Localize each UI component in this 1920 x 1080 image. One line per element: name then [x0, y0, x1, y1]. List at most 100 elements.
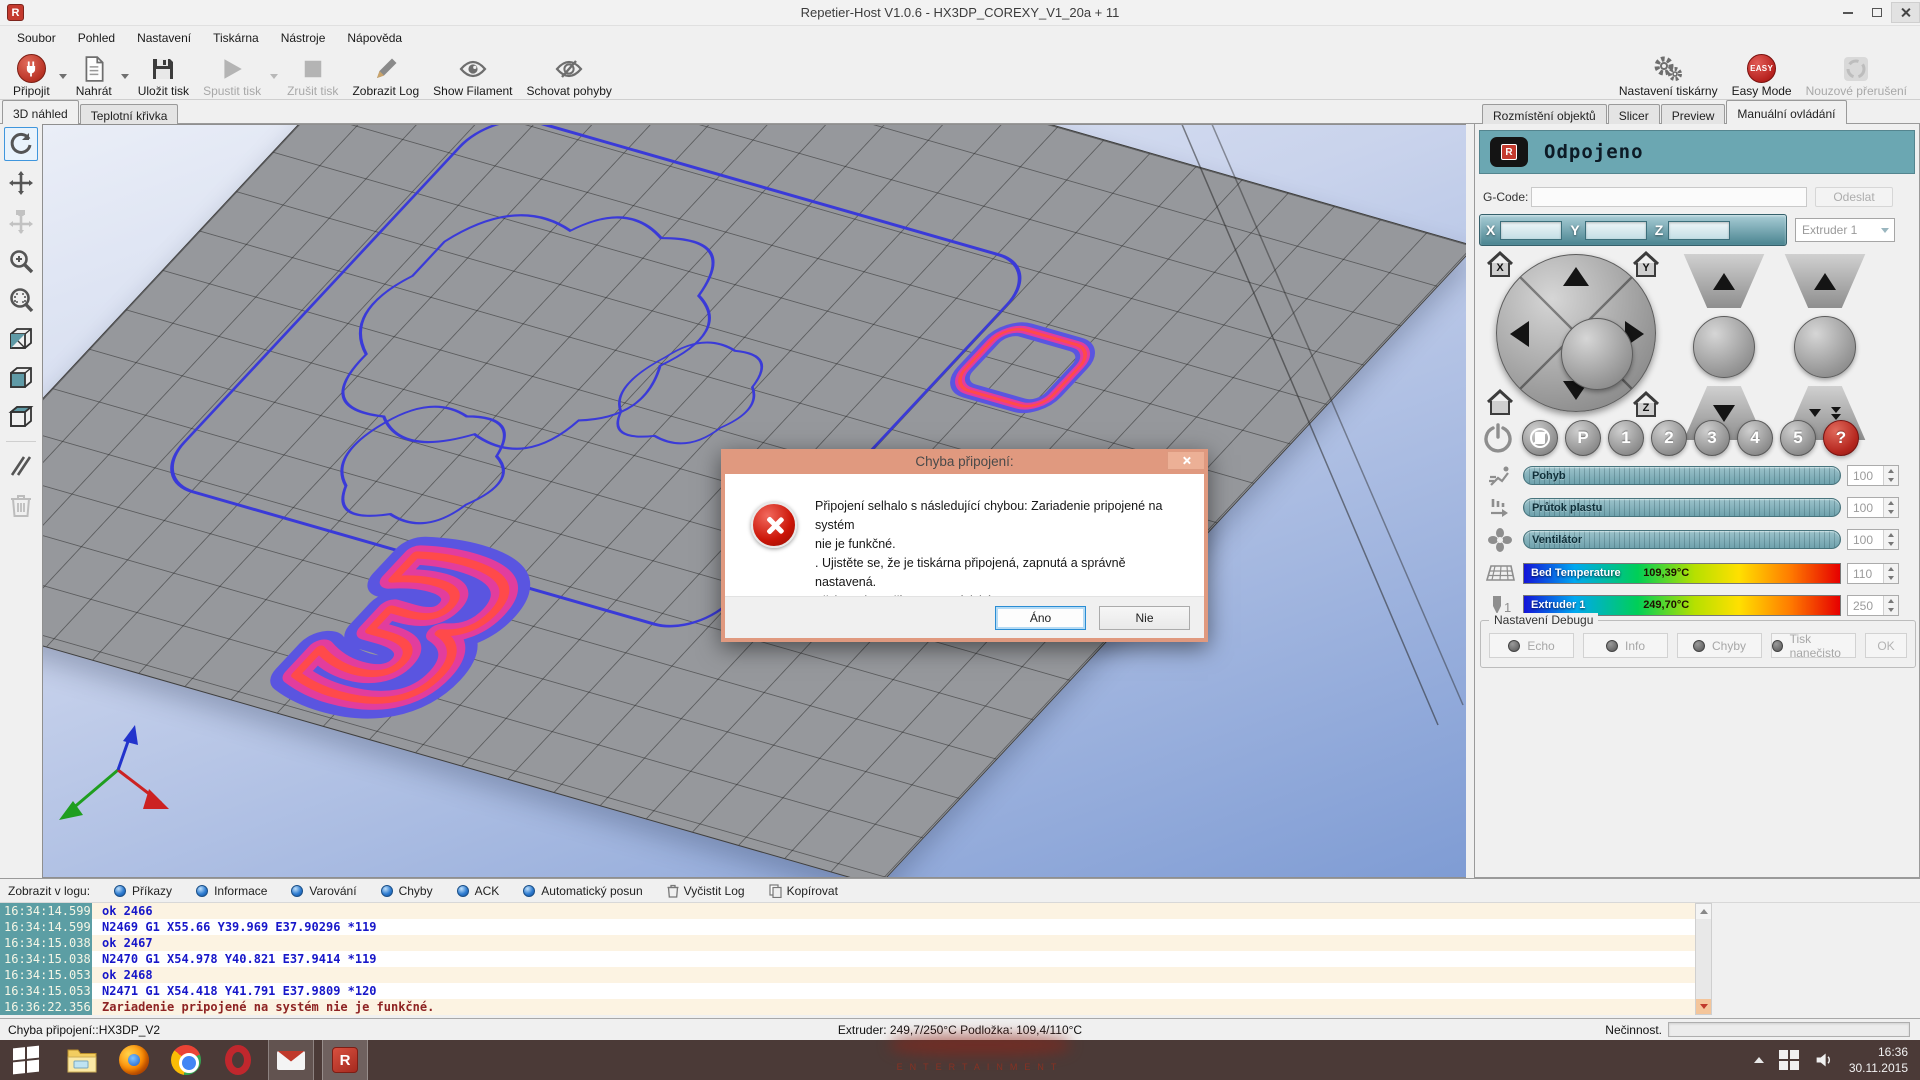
send-gcode-button[interactable]: Odeslat	[1815, 187, 1893, 207]
copy-log-button[interactable]: Kopírovat	[769, 884, 838, 898]
preset-2-button[interactable]: 2	[1651, 420, 1687, 456]
menu-pohled[interactable]: Pohled	[67, 27, 126, 49]
extruder-center-knob[interactable]	[1794, 316, 1856, 378]
move-object-icon[interactable]	[4, 205, 38, 239]
opera-button[interactable]	[216, 1040, 260, 1080]
filter-commands[interactable]: Příkazy	[114, 884, 172, 898]
fan-slider[interactable]: Ventilátor	[1523, 530, 1841, 549]
preset-3-button[interactable]: 3	[1694, 420, 1730, 456]
home-z-button[interactable]: Z	[1631, 390, 1661, 420]
close-button[interactable]	[1891, 2, 1920, 23]
menu-napoveda[interactable]: Nápověda	[336, 27, 413, 49]
load-button[interactable]: Nahrát	[69, 53, 119, 99]
taskbar-clock[interactable]: 16:36 30.11.2015	[1849, 1044, 1908, 1076]
dialog-close-button[interactable]	[1167, 451, 1205, 470]
debug-info-button[interactable]: Info	[1583, 633, 1668, 658]
menu-nastroje[interactable]: Nástroje	[270, 27, 337, 49]
filter-autoscroll[interactable]: Automatický posun	[523, 884, 642, 898]
side-view-icon[interactable]	[4, 361, 38, 395]
z-center-knob[interactable]	[1693, 316, 1755, 378]
zoom-icon[interactable]	[4, 244, 38, 278]
y-position-display[interactable]	[1585, 221, 1647, 240]
hide-travel-button[interactable]: Schovat pohyby	[520, 53, 619, 99]
debug-dry-run-button[interactable]: Tisk nanečisto	[1771, 633, 1856, 658]
start-print-button[interactable]: Spustit tisk	[196, 53, 268, 99]
printer-settings-button[interactable]: Nastavení tiskárny	[1612, 53, 1725, 99]
move-view-icon[interactable]	[4, 166, 38, 200]
parallel-projection-icon[interactable]	[4, 449, 38, 483]
chrome-button[interactable]	[164, 1040, 208, 1080]
easy-mode-button[interactable]: EASY Easy Mode	[1725, 53, 1799, 99]
z-up-button[interactable]	[1682, 254, 1766, 308]
tab-manual-control[interactable]: Manuální ovládání	[1726, 100, 1846, 124]
clear-log-button[interactable]: Vyčistit Log	[667, 884, 745, 898]
show-filament-button[interactable]: Show Filament	[426, 53, 519, 99]
preset-1-button[interactable]: 1	[1608, 420, 1644, 456]
tab-slicer[interactable]: Slicer	[1608, 104, 1660, 126]
scroll-up-icon[interactable]	[1696, 904, 1711, 919]
home-x-button[interactable]: X	[1485, 250, 1515, 280]
home-y-button[interactable]: Y	[1631, 250, 1661, 280]
fan-spinner[interactable]: 100	[1847, 529, 1899, 550]
filter-warnings[interactable]: Varování	[291, 884, 356, 898]
tab-3d-view[interactable]: 3D náhled	[2, 100, 79, 124]
load-dropdown-icon[interactable]	[121, 74, 129, 79]
maximize-button[interactable]	[1862, 2, 1891, 23]
connect-button[interactable]: Připojit	[6, 53, 57, 99]
speed-spinner[interactable]: 100	[1847, 465, 1899, 486]
jog-center-knob[interactable]	[1561, 318, 1633, 390]
dialog-no-button[interactable]: Nie	[1099, 606, 1190, 630]
tab-temperature-curve[interactable]: Teplotní křivka	[80, 104, 179, 126]
gcode-input[interactable]	[1531, 187, 1807, 207]
bed-temperature-spinner[interactable]: 110	[1847, 563, 1899, 584]
help-button[interactable]: ?	[1823, 420, 1859, 456]
tab-preview[interactable]: Preview	[1661, 104, 1726, 126]
volume-icon[interactable]	[1814, 1051, 1834, 1069]
preset-5-button[interactable]: 5	[1780, 420, 1816, 456]
mail-button[interactable]	[268, 1040, 314, 1080]
fit-view-icon[interactable]	[4, 283, 38, 317]
z-position-display[interactable]	[1668, 221, 1730, 240]
hidden-icons-arrow[interactable]	[1754, 1057, 1764, 1063]
extruder-temperature-spinner[interactable]: 250	[1847, 595, 1899, 616]
menu-tiskarna[interactable]: Tiskárna	[202, 27, 270, 49]
start-dropdown-icon[interactable]	[270, 74, 278, 79]
debug-errors-button[interactable]: Chyby	[1677, 633, 1762, 658]
emergency-stop-button[interactable]: Nouzové přerušení	[1799, 53, 1914, 99]
delete-object-icon[interactable]	[4, 488, 38, 522]
start-button[interactable]	[0, 1040, 52, 1080]
connect-dropdown-icon[interactable]	[59, 74, 67, 79]
filter-ack[interactable]: ACK	[457, 884, 500, 898]
rotate-view-icon[interactable]	[4, 127, 38, 161]
minimize-button[interactable]	[1833, 2, 1862, 23]
power-button[interactable]	[1481, 421, 1515, 455]
show-log-button[interactable]: Zobrazit Log	[345, 53, 426, 99]
home-all-button[interactable]	[1485, 388, 1515, 418]
log-scrollbar[interactable]	[1695, 903, 1712, 1015]
debug-ok-button[interactable]: OK	[1865, 633, 1907, 658]
menu-soubor[interactable]: Soubor	[6, 27, 67, 49]
speed-slider[interactable]: Pohyb	[1523, 466, 1841, 485]
scroll-down-icon[interactable]	[1696, 999, 1711, 1014]
flow-slider[interactable]: Průtok plastu	[1523, 498, 1841, 517]
flow-spinner[interactable]: 100	[1847, 497, 1899, 518]
jog-x-minus-button[interactable]	[1510, 321, 1529, 347]
x-position-display[interactable]	[1500, 221, 1562, 240]
bed-temperature-bar[interactable]: Bed Temperature 109,39°C	[1523, 563, 1841, 584]
network-icon[interactable]	[1779, 1050, 1799, 1070]
extrude-up-button[interactable]	[1783, 254, 1867, 308]
dialog-yes-button[interactable]: Áno	[995, 606, 1086, 630]
sd-card-button[interactable]	[1522, 420, 1558, 456]
cancel-print-button[interactable]: Zrušit tisk	[280, 53, 345, 99]
jog-y-plus-button[interactable]	[1563, 267, 1589, 286]
extruder-select[interactable]: Extruder 1	[1795, 218, 1895, 242]
save-print-button[interactable]: Uložit tisk	[131, 53, 196, 99]
tab-object-placement[interactable]: Rozmístění objektů	[1482, 104, 1607, 126]
repetier-host-taskbar-button[interactable]: R	[322, 1040, 368, 1080]
park-button[interactable]: P	[1565, 420, 1601, 456]
preset-4-button[interactable]: 4	[1737, 420, 1773, 456]
filter-errors[interactable]: Chyby	[381, 884, 433, 898]
filter-info[interactable]: Informace	[196, 884, 267, 898]
menu-nastaveni[interactable]: Nastavení	[126, 27, 202, 49]
debug-echo-button[interactable]: Echo	[1489, 633, 1574, 658]
